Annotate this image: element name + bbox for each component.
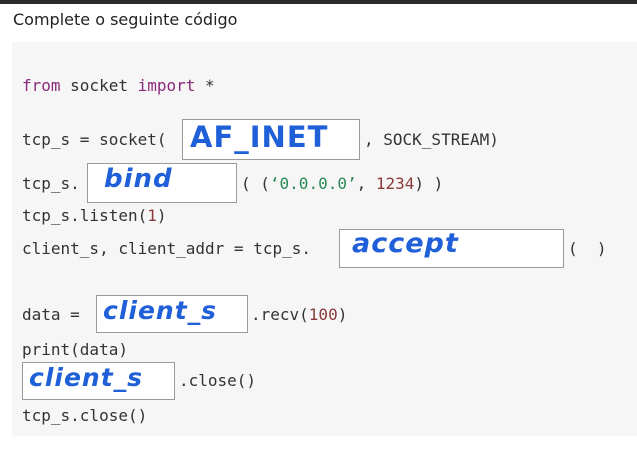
code-line-socket-prefix: tcp_s = socket( <box>22 130 167 149</box>
answer-accept: accept <box>352 228 459 259</box>
code-line-listen: tcp_s.listen(1) <box>22 205 167 227</box>
answer-close-socket: client_s <box>29 363 144 392</box>
answer-bind: bind <box>104 164 173 194</box>
keyword-from: from <box>22 76 61 95</box>
code-line-accept-suffix: ( ) <box>568 239 607 258</box>
code-line-recv-suffix: .recv(100) <box>251 304 347 326</box>
top-bar <box>0 0 637 4</box>
listen-suffix: ) <box>156 206 167 225</box>
answer-address-family: AF_INET <box>190 120 329 154</box>
recv-size: 100 <box>308 305 338 324</box>
code-line-print: print(data) <box>22 340 128 359</box>
code-line-accept-prefix: client_s, client_addr = tcp_s. <box>22 239 311 258</box>
bind-open-paren: ( ( <box>241 174 270 193</box>
recv-call: .recv( <box>251 305 309 324</box>
bind-port-number: 1234 <box>375 174 415 193</box>
listen-backlog: 1 <box>147 206 157 225</box>
module-name: socket <box>60 76 138 95</box>
code-line-close-suffix: .close() <box>179 371 257 390</box>
code-line-bind-prefix: tcp_s. <box>22 174 80 193</box>
bind-comma: , <box>356 174 376 193</box>
recv-close: ) <box>337 305 348 324</box>
code-line-tcp-close: tcp_s.close() <box>22 406 148 425</box>
listen-prefix: tcp_s.listen( <box>22 206 148 225</box>
code-line-socket-suffix: , SOCK_STREAM) <box>364 130 499 149</box>
code-line-import: from socket import * <box>22 75 215 97</box>
answer-recv-socket: client_s <box>103 296 218 325</box>
code-line-recv-prefix: data = <box>22 305 90 324</box>
bind-close-paren: ) ) <box>414 174 444 193</box>
bind-host-string: ‘0.0.0.0’ <box>269 174 357 193</box>
code-line-bind-suffix: ( (‘0.0.0.0’, 1234) ) <box>241 173 443 195</box>
keyword-import: import <box>137 76 196 95</box>
import-rest: * <box>195 76 215 95</box>
question-text: Complete o seguinte código <box>13 10 238 29</box>
